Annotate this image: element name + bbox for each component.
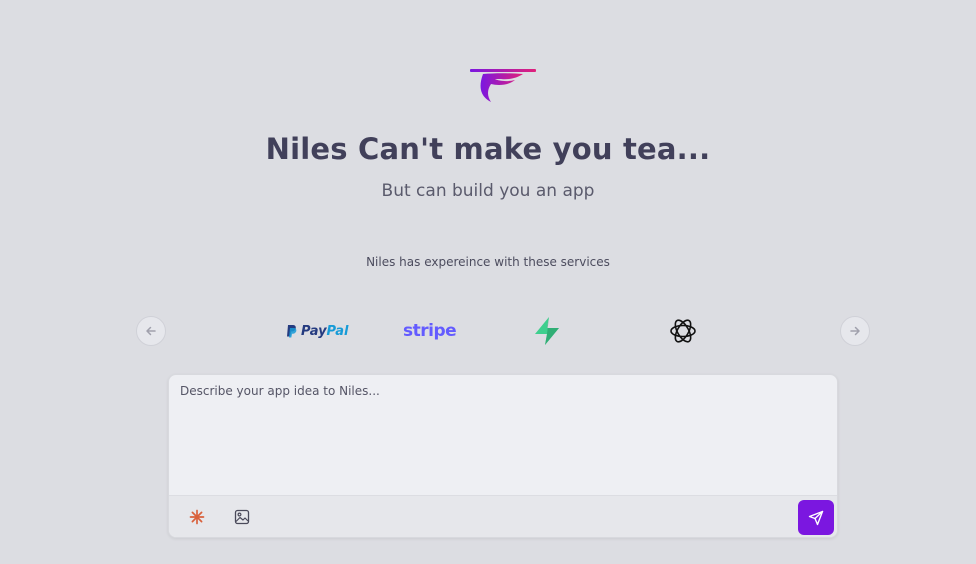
paypal-logo: Pay Pal [286, 316, 348, 346]
paypal-text-pay: Pay [301, 323, 327, 339]
arrow-left-icon [146, 326, 156, 336]
sparkle-button[interactable] [187, 507, 207, 527]
services-label: Niles has expereince with these services [366, 255, 610, 269]
arrow-right-icon [850, 326, 860, 336]
page-title: Niles Can't make you tea... [265, 132, 711, 166]
composer-toolbar [169, 495, 837, 537]
paypal-mark-icon [287, 325, 297, 338]
openai-knot-icon [670, 319, 696, 343]
openai-logo [667, 316, 699, 346]
send-button[interactable] [798, 500, 834, 535]
page-subtitle: But can build you an app [381, 181, 595, 201]
prompt-composer [168, 374, 838, 538]
send-icon [808, 510, 824, 525]
bolt-icon [535, 317, 559, 345]
attach-image-button[interactable] [232, 507, 252, 527]
carousel-prev-button[interactable] [136, 316, 166, 346]
paypal-text-pal: Pal [326, 323, 349, 339]
supabase-logo [532, 316, 562, 346]
sparkle-icon [189, 509, 205, 525]
carousel-next-button[interactable] [840, 316, 870, 346]
niles-logo [470, 69, 536, 102]
image-icon [234, 509, 250, 525]
app-idea-input[interactable] [169, 375, 837, 495]
stripe-logo: stripe [403, 321, 457, 341]
